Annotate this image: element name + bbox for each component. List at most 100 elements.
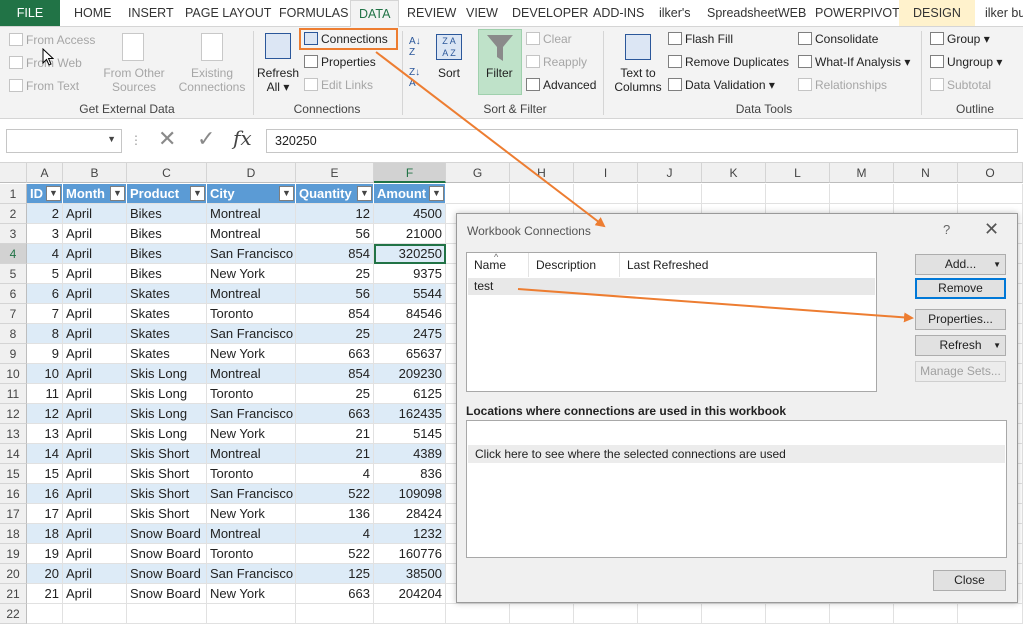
- sort-z-to-a-button[interactable]: Z↓ A: [409, 67, 420, 89]
- column-header-d[interactable]: D: [207, 163, 296, 183]
- table-cell[interactable]: 14: [27, 444, 63, 464]
- table-cell[interactable]: 854: [296, 304, 374, 324]
- sort-button[interactable]: Sort: [438, 66, 460, 80]
- name-box-dropdown-icon[interactable]: ▼: [107, 134, 116, 144]
- table-cell[interactable]: 2: [27, 204, 63, 224]
- tab-developer[interactable]: DEVELOPER: [512, 0, 588, 26]
- table-cell[interactable]: Snow Board: [127, 584, 207, 604]
- table-cell[interactable]: Snow Board: [127, 524, 207, 544]
- table-cell[interactable]: 28424: [374, 504, 446, 524]
- table-cell[interactable]: Skates: [127, 324, 207, 344]
- table-cell[interactable]: 160776: [374, 544, 446, 564]
- table-cell[interactable]: 17: [27, 504, 63, 524]
- table-cell[interactable]: April: [63, 464, 127, 484]
- from-text-button[interactable]: From Text: [9, 79, 79, 93]
- subtotal-button[interactable]: Subtotal: [930, 78, 991, 92]
- table-cell[interactable]: 16: [27, 484, 63, 504]
- table-cell[interactable]: 522: [296, 484, 374, 504]
- table-cell[interactable]: April: [63, 324, 127, 344]
- tab-data[interactable]: DATA: [350, 0, 400, 28]
- table-cell[interactable]: Skates: [127, 344, 207, 364]
- table-cell[interactable]: 5145: [374, 424, 446, 444]
- table-cell[interactable]: 9: [27, 344, 63, 364]
- table-cell[interactable]: Bikes: [127, 204, 207, 224]
- table-cell[interactable]: Snow Board: [127, 544, 207, 564]
- row-header[interactable]: 6: [0, 284, 27, 304]
- empty-cell[interactable]: [27, 604, 63, 624]
- confirm-entry-icon[interactable]: ✓: [197, 127, 215, 151]
- empty-cell[interactable]: [510, 604, 574, 624]
- empty-cell[interactable]: [446, 604, 510, 624]
- tab-design[interactable]: DESIGN: [899, 0, 975, 26]
- tab-home[interactable]: HOME: [74, 0, 112, 26]
- table-cell[interactable]: 25: [296, 324, 374, 344]
- from-other-sources-button[interactable]: From Other Sources: [103, 66, 165, 94]
- column-header-m[interactable]: M: [830, 163, 894, 183]
- from-access-button[interactable]: From Access: [9, 33, 95, 47]
- list-item[interactable]: test: [468, 278, 875, 295]
- empty-cell[interactable]: [296, 604, 374, 624]
- properties-button[interactable]: Properties: [304, 55, 376, 69]
- column-header-g[interactable]: G: [446, 163, 510, 183]
- column-header-c[interactable]: C: [127, 163, 207, 183]
- table-cell[interactable]: 4: [27, 244, 63, 264]
- table-cell[interactable]: April: [63, 224, 127, 244]
- table-cell[interactable]: 11: [27, 384, 63, 404]
- table-cell[interactable]: 21000: [374, 224, 446, 244]
- table-cell[interactable]: San Francisco: [207, 564, 296, 584]
- locations-hint-row[interactable]: Click here to see where the selected con…: [468, 445, 1005, 463]
- tab-spreadsheetweb[interactable]: SpreadsheetWEB: [707, 0, 806, 26]
- table-cell[interactable]: 20: [27, 564, 63, 584]
- refresh-connection-button[interactable]: Refresh ▼: [915, 335, 1006, 356]
- table-cell[interactable]: San Francisco: [207, 484, 296, 504]
- table-cell[interactable]: 8: [27, 324, 63, 344]
- column-header-o[interactable]: O: [958, 163, 1023, 183]
- flash-fill-button[interactable]: Flash Fill: [668, 32, 733, 46]
- table-cell[interactable]: Bikes: [127, 224, 207, 244]
- group-button[interactable]: Group ▾: [930, 32, 990, 46]
- table-cell[interactable]: 5544: [374, 284, 446, 304]
- table-cell[interactable]: 13: [27, 424, 63, 444]
- row-header[interactable]: 8: [0, 324, 27, 344]
- row-header[interactable]: 13: [0, 424, 27, 444]
- advanced-button[interactable]: Advanced: [526, 78, 596, 92]
- column-header-last-refreshed[interactable]: Last Refreshed: [620, 253, 876, 277]
- table-cell[interactable]: Toronto: [207, 464, 296, 484]
- table-cell[interactable]: Skis Short: [127, 444, 207, 464]
- empty-cell[interactable]: [830, 184, 894, 204]
- row-header[interactable]: 19: [0, 544, 27, 564]
- column-header-b[interactable]: B: [63, 163, 127, 183]
- table-cell[interactable]: New York: [207, 584, 296, 604]
- table-cell[interactable]: 7: [27, 304, 63, 324]
- empty-cell[interactable]: [894, 604, 958, 624]
- row-header[interactable]: 5: [0, 264, 27, 284]
- tab-view[interactable]: VIEW: [466, 0, 498, 26]
- relationships-button[interactable]: Relationships: [798, 78, 887, 92]
- table-cell[interactable]: Montreal: [207, 444, 296, 464]
- close-icon[interactable]: ✕: [984, 219, 999, 240]
- row-header[interactable]: 7: [0, 304, 27, 324]
- table-cell[interactable]: 320250: [374, 244, 446, 264]
- table-cell[interactable]: 4500: [374, 204, 446, 224]
- properties-dialog-button[interactable]: Properties...: [915, 309, 1006, 330]
- table-cell[interactable]: 136: [296, 504, 374, 524]
- filter-dropdown-icon[interactable]: ▼: [357, 186, 372, 201]
- table-cell[interactable]: Montreal: [207, 204, 296, 224]
- table-cell[interactable]: 854: [296, 364, 374, 384]
- table-header-cell[interactable]: City ▼: [207, 184, 296, 204]
- table-header-cell[interactable]: Product ▼: [127, 184, 207, 204]
- table-header-cell[interactable]: Amount ▼: [374, 184, 446, 204]
- table-cell[interactable]: 25: [296, 384, 374, 404]
- text-to-columns-button[interactable]: Text to Columns: [611, 66, 665, 94]
- table-cell[interactable]: Montreal: [207, 224, 296, 244]
- table-cell[interactable]: Skates: [127, 304, 207, 324]
- table-cell[interactable]: 1232: [374, 524, 446, 544]
- table-cell[interactable]: 6: [27, 284, 63, 304]
- empty-cell[interactable]: [638, 604, 702, 624]
- table-cell[interactable]: Toronto: [207, 304, 296, 324]
- row-header[interactable]: 22: [0, 604, 27, 624]
- reapply-button[interactable]: Reapply: [526, 55, 587, 69]
- connections-list[interactable]: Name ^ Description Last Refreshed test: [466, 252, 877, 392]
- table-cell[interactable]: 663: [296, 584, 374, 604]
- table-cell[interactable]: April: [63, 344, 127, 364]
